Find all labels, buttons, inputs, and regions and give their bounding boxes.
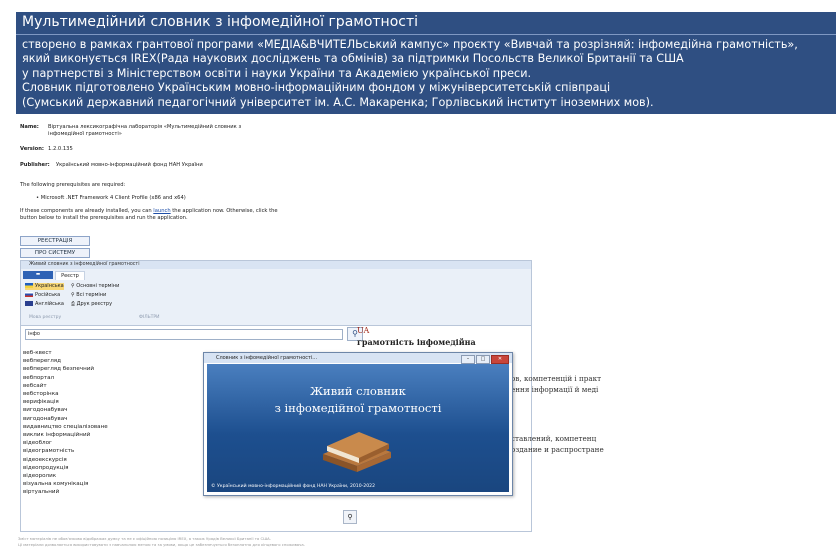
banner-title: Мультимедійний словник з інфомедійної гр… (22, 14, 419, 30)
register-button[interactable]: РЕЄСТРАЦІЯ (20, 236, 90, 246)
splash-titlebar: Словник з інфомедійної грамотності... – □… (204, 353, 512, 364)
filter-all-terms[interactable]: ⚲ Всі терміни (71, 292, 106, 299)
ribbon: ▬ Реєстр Українська Російська Англійська… (21, 269, 531, 326)
list-item[interactable]: вигодонабувач (23, 406, 213, 414)
filter-label: Друк реєстру (76, 301, 113, 307)
list-item[interactable]: віртуальний (23, 488, 213, 496)
lang-group-label: Мова реєстру (29, 315, 62, 320)
launch-pre: If these components are already installe… (20, 208, 154, 214)
term-heading: грамотність інфомедійна (357, 337, 476, 347)
filter-label: Основні терміни (76, 283, 120, 289)
footer-usage: Ці матеріали дозволяється використовуват… (18, 542, 305, 547)
filter-label: Всі терміни (76, 292, 107, 298)
copyright-text: © Український мовно-інформаційний фонд Н… (211, 484, 375, 489)
version-value: 1.2.0.135 (48, 146, 73, 152)
filter-main-terms[interactable]: ⚲ Основні терміни (71, 283, 119, 290)
app-name-value: Віртуальна лексикографічна лабораторія «… (48, 124, 241, 137)
file-tab[interactable]: ▬ (23, 271, 53, 279)
list-item[interactable]: відеоблог (23, 439, 213, 447)
lang-english[interactable]: Англійська (25, 301, 64, 308)
list-item[interactable]: відеоекскурсія (23, 456, 213, 464)
print-registry[interactable]: ⎙ Друк реєстру (71, 301, 112, 308)
lang-ukrainian[interactable]: Українська (25, 283, 64, 290)
close-button[interactable]: ✕ (491, 355, 509, 364)
magnifier-icon: ⚲ (347, 513, 353, 521)
list-item[interactable]: вигодонабувач (23, 415, 213, 423)
word-list: веб-квест вебперегляд вебперегляд безпеч… (23, 349, 213, 497)
about-button[interactable]: ПРО СИСТЕМУ (20, 248, 90, 258)
tab-registry[interactable]: Реєстр (55, 271, 85, 280)
list-item[interactable]: верифікація (23, 398, 213, 406)
language-code: UA (357, 326, 370, 335)
info-banner: Мультимедійний словник з інфомедійної гр… (16, 12, 836, 114)
app-titlebar: Живий словник з інфомедійної грамотності (21, 261, 531, 269)
lang-label: Українська (35, 283, 64, 289)
list-item[interactable]: вебпортал (23, 374, 213, 382)
list-item[interactable]: веб-квест (23, 349, 213, 357)
prereq-intro: The following prerequisites are required… (20, 182, 126, 188)
app-window: Живий словник з інфомедійної грамотності… (20, 260, 604, 532)
splash-heading-line1: Живий словник (310, 384, 406, 398)
splash-heading-line2: з інфомедійної грамотності (274, 401, 442, 415)
books-icon (323, 432, 391, 472)
publisher-value: Український мовно-інформаційний фонд НАН… (56, 162, 203, 168)
launch-post: the application now. Otherwise, click th… (170, 208, 278, 214)
app-title: Живий словник з інфомедійної грамотності (29, 262, 140, 267)
list-item[interactable]: відеограмотність (23, 447, 213, 455)
list-item[interactable]: вебсторінка (23, 390, 213, 398)
minimize-button[interactable]: – (461, 355, 475, 364)
splash-title: Словник з інфомедійної грамотності... (216, 355, 318, 361)
lang-label: Російська (35, 292, 61, 298)
list-item[interactable]: вебсайт (23, 382, 213, 390)
uk-flag-icon (25, 301, 33, 306)
name-label: Name: (20, 124, 39, 130)
list-item[interactable]: вебперегляд (23, 357, 213, 365)
maximize-button[interactable]: □ (476, 355, 490, 364)
launch-text: If these components are already installe… (20, 208, 278, 221)
splash-dialog: Словник з інфомедійної грамотності... – □… (203, 352, 513, 496)
banner-line: який виконується IREX(Рада наукових досл… (22, 52, 684, 66)
list-item[interactable]: відеоролик (23, 472, 213, 480)
definition-fragment: ення інформації й меді (511, 385, 599, 394)
banner-line: створено в рамках грантової програми «МЕ… (22, 38, 798, 51)
russia-flag-icon (25, 292, 33, 297)
definition-fragment: оздание и распростране (511, 445, 604, 454)
definition-fragment: ов, компетенцій і практ (511, 374, 602, 383)
search-input[interactable]: інфо (25, 329, 343, 340)
app-name-line: інфомедійної грамотності» (48, 130, 122, 137)
footer-disclaimer: Зміст матеріалів не обов'язково відображ… (18, 536, 271, 541)
version-label: Version: (20, 146, 45, 152)
list-item[interactable]: видавництво спеціалізоване (23, 423, 213, 431)
ukraine-flag-icon (25, 283, 33, 288)
banner-divider (16, 34, 836, 35)
lang-label: Англійська (35, 301, 64, 307)
prereq-item: • Microsoft .NET Framework 4 Client Prof… (36, 195, 186, 201)
launch-line2: button below to install the prerequisite… (20, 214, 188, 221)
splash-body: Живий словник з інфомедійної грамотності… (207, 364, 509, 492)
window-controls: – □ ✕ (460, 354, 509, 364)
list-item[interactable]: візуальна комунікація (23, 480, 213, 488)
banner-line: (Сумський державний педагогічний універс… (22, 95, 654, 109)
definition-fragment: ставлений, компетенц (511, 434, 597, 443)
filter-group-label: ФІЛЬТРИ (139, 315, 160, 320)
list-item[interactable]: виклик інформаційний (23, 431, 213, 439)
prereq-item-text: Microsoft .NET Framework 4 Client Profil… (40, 195, 186, 201)
launch-link[interactable]: launch (153, 208, 170, 214)
zoom-button[interactable]: ⚲ (343, 510, 357, 524)
list-item[interactable]: відеопродукція (23, 464, 213, 472)
banner-description: створено в рамках грантової програми «МЕ… (22, 38, 798, 110)
app-name-line: Віртуальна лексикографічна лабораторія «… (48, 124, 242, 130)
banner-line: Словник підготовлено Українським мовно-і… (22, 81, 611, 95)
publisher-label: Publisher: (20, 162, 50, 168)
list-item[interactable]: вебперегляд безпечний (23, 365, 213, 373)
lang-russian[interactable]: Російська (25, 292, 60, 299)
banner-line: у партнерстві з Міністерством освіти і н… (22, 66, 532, 80)
